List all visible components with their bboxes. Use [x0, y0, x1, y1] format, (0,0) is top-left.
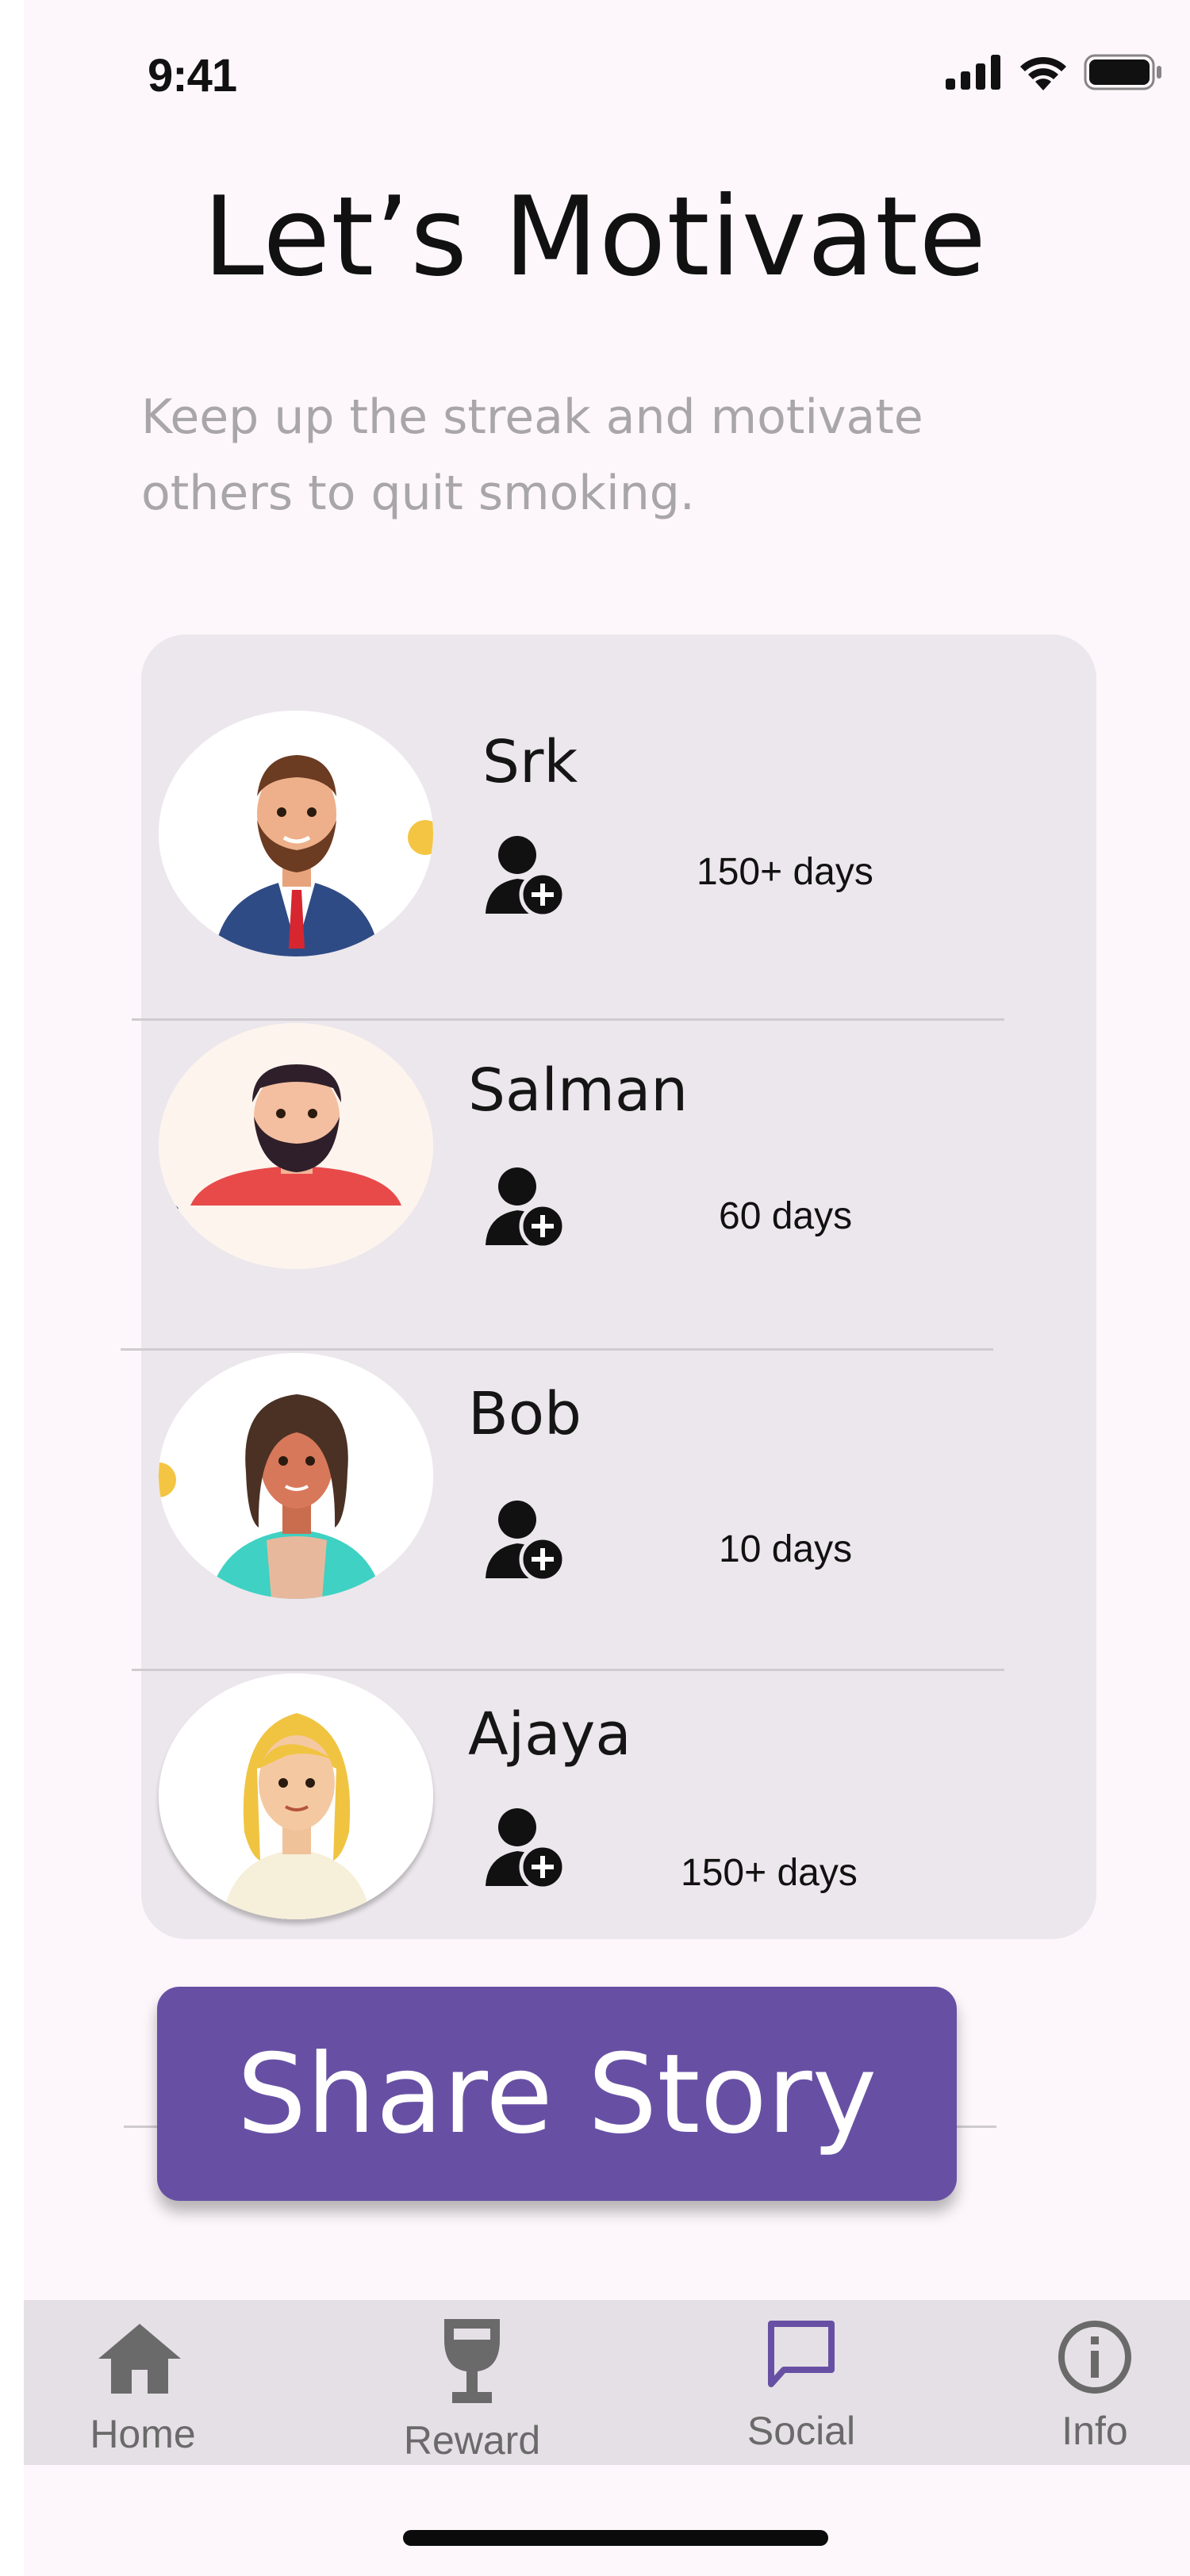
add-person-icon [486, 1501, 566, 1583]
avatar [159, 1673, 433, 1919]
nav-item-info[interactable]: Info [1015, 2300, 1174, 2465]
row-divider [121, 1348, 993, 1351]
cellular-signal-icon [946, 55, 1000, 90]
blonde-woman-avatar [159, 1673, 433, 1919]
row-divider [132, 1018, 1004, 1021]
avatar [159, 1353, 433, 1599]
add-person-icon [486, 1808, 566, 1891]
home-indicator [403, 2530, 828, 2546]
avatar [159, 1023, 433, 1269]
add-person-icon [486, 836, 566, 918]
app-screen: 9:41 Let’s Motivate Keep up the streak a… [24, 0, 1190, 2576]
status-icons [946, 52, 1163, 92]
friend-name: Salman [468, 1056, 689, 1125]
nav-item-home[interactable]: Home [48, 2300, 238, 2465]
share-story-button[interactable]: Share Story [157, 1987, 957, 2201]
row-divider [132, 1669, 1004, 1671]
add-friend-button[interactable] [482, 1804, 570, 1897]
nav-label: Reward [403, 2418, 541, 2463]
man-bearded-red-shirt-avatar [159, 1023, 433, 1269]
battery-icon [1084, 54, 1161, 90]
add-friend-button[interactable] [482, 1496, 570, 1589]
add-friend-button[interactable] [482, 1163, 570, 1256]
man-bearded-suit-avatar [159, 711, 433, 956]
nav-item-social[interactable]: Social [706, 2300, 896, 2465]
friends-list-card: Srk 150+ days Salman 60 days Bob 10 days… [121, 634, 1096, 1939]
avatar [159, 711, 433, 956]
nav-label: Info [1061, 2409, 1128, 2453]
nav-label: Home [90, 2412, 196, 2456]
add-person-icon [486, 1167, 566, 1250]
friend-name: Bob [468, 1380, 582, 1448]
friend-name: Ajaya [468, 1700, 631, 1769]
streak-days: 10 days [719, 1528, 853, 1570]
bottom-nav-bar: Home Reward Social Info [24, 2300, 1190, 2465]
nav-label: Social [747, 2409, 856, 2453]
page-title: Let’s Motivate [202, 173, 988, 301]
streak-days: 60 days [719, 1195, 853, 1237]
add-friend-button[interactable] [482, 831, 570, 925]
home-icon [98, 2324, 181, 2394]
streak-days: 150+ days [681, 1852, 858, 1894]
info-icon [1058, 2321, 1131, 2394]
friend-name: Srk [482, 728, 578, 796]
page-subtitle: Keep up the streak and motivate others t… [141, 389, 923, 521]
wifi-icon [1020, 56, 1066, 90]
goblet-icon [444, 2319, 500, 2403]
chat-bubble-icon [768, 2321, 835, 2387]
curly-hair-teal-jacket-avatar [159, 1353, 433, 1599]
nav-item-reward[interactable]: Reward [365, 2300, 579, 2465]
streak-days: 150+ days [697, 851, 873, 893]
status-time: 9:41 [148, 50, 237, 102]
